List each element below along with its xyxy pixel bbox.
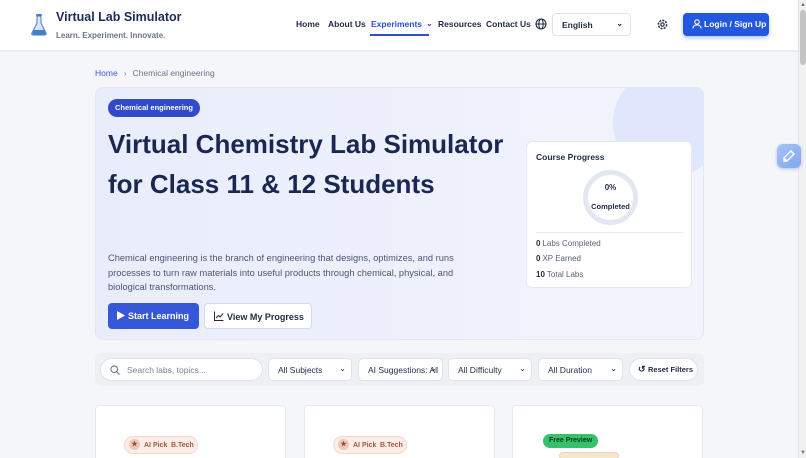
- level-label: B.Tech: [380, 442, 403, 449]
- ai-suggestions-filter-select[interactable]: AI Suggestions: All ⌄: [358, 358, 443, 381]
- view-my-progress-button[interactable]: View My Progress: [204, 303, 312, 329]
- language-value: English: [562, 20, 593, 30]
- course-progress-title: Course Progress: [536, 152, 605, 162]
- brand-tagline: Learn. Experiment. Innovate.: [56, 31, 166, 40]
- nav-resources[interactable]: Resources: [438, 19, 481, 29]
- progress-percent: 0%: [604, 183, 617, 192]
- duration-filter-value: All Duration: [548, 365, 592, 375]
- chevron-down-icon: ⌄: [430, 364, 437, 373]
- ai-pick-label: AI Pick: [353, 442, 377, 449]
- course-progress-card: Course Progress 0% Completed 0 Labs Compl…: [526, 141, 692, 288]
- stat-value: 10: [536, 270, 545, 279]
- nav-home[interactable]: Home: [296, 19, 320, 29]
- star-icon: ★: [129, 439, 140, 450]
- stat-value: 0: [536, 239, 541, 248]
- page-title: Virtual Chemistry Lab Simulator for Clas…: [108, 129, 504, 199]
- chevron-down-icon: ⌄: [610, 364, 617, 373]
- view-my-progress-label: View My Progress: [227, 312, 304, 322]
- difficulty-filter-value: All Difficulty: [458, 365, 502, 375]
- assistant-icon: [783, 150, 795, 162]
- progress-status: Completed: [591, 202, 630, 211]
- nav-contact-us[interactable]: Contact Us: [486, 19, 531, 29]
- stat-label: Total Labs: [546, 270, 584, 279]
- ai-pick-label: AI Pick: [144, 442, 168, 449]
- chevron-down-icon: ⌄: [426, 19, 433, 28]
- globe-icon: [535, 18, 547, 30]
- chevron-right-icon: ›: [123, 68, 127, 78]
- duration-filter-select[interactable]: All Duration ⌄: [538, 358, 623, 381]
- category-badge: Chemical engineering: [108, 99, 200, 117]
- breadcrumb: Home › Chemical engineering: [95, 68, 215, 78]
- search-icon: [110, 365, 120, 375]
- scrollbar-thumb[interactable]: [800, 10, 806, 65]
- floating-assistant-button[interactable]: [777, 144, 801, 168]
- active-nav-underline: [370, 34, 429, 36]
- reset-icon: ↺: [638, 364, 646, 374]
- play-icon: [117, 311, 125, 320]
- chevron-down-icon: ⌄: [339, 364, 346, 373]
- hero-section: Chemical engineering Virtual Chemistry L…: [95, 87, 704, 340]
- chevron-down-icon: ⌄: [616, 19, 623, 28]
- nav-experiments-label: Experiments: [371, 19, 423, 29]
- stat-total-labs: 10 Total Labs: [536, 270, 583, 279]
- lab-card[interactable]: ★ AI Pick B.Tech: [304, 405, 495, 458]
- level-label: B.Tech: [171, 442, 194, 449]
- gear-icon[interactable]: [656, 18, 669, 31]
- ai-pick-tag: ★ AI Pick B.Tech: [124, 436, 198, 454]
- flask-logo-icon: [31, 14, 47, 36]
- hero-description: Chemical engineering is the branch of en…: [108, 253, 454, 292]
- language-select[interactable]: English ⌄: [552, 13, 631, 36]
- nav-about-us[interactable]: About Us: [328, 19, 366, 29]
- stat-value: 0: [536, 254, 541, 263]
- ai-pick-tag: ★ AI Pick B.Tech: [333, 436, 407, 454]
- chevron-down-icon: ⌄: [519, 364, 526, 373]
- star-icon: ★: [338, 439, 349, 450]
- start-learning-button[interactable]: Start Learning: [108, 303, 199, 329]
- scroll-up-icon[interactable]: ▲: [800, 2, 806, 8]
- start-learning-label: Start Learning: [128, 311, 190, 321]
- lab-card[interactable]: Free Preview: [512, 405, 703, 458]
- stat-xp-earned: 0 XP Earned: [536, 254, 581, 263]
- chart-line-icon: [214, 311, 224, 321]
- breadcrumb-home-link[interactable]: Home: [95, 68, 118, 78]
- page-scrollbar[interactable]: ▲ ▼: [798, 0, 806, 458]
- search-input[interactable]: [127, 363, 257, 377]
- reset-filters-button[interactable]: ↺ Reset Filters: [629, 358, 698, 381]
- progress-ring: [583, 170, 638, 225]
- filter-bar: All Subjects ⌄ AI Suggestions: All ⌄ All…: [95, 353, 704, 386]
- brand-title: Virtual Lab Simulator: [56, 10, 182, 24]
- user-icon: [692, 19, 702, 29]
- login-signup-label: Login / Sign Up: [704, 19, 767, 29]
- divider: [536, 232, 684, 233]
- stat-label: Labs Completed: [542, 239, 601, 248]
- stat-label: XP Earned: [542, 254, 581, 263]
- stat-labs-completed: 0 Labs Completed: [536, 239, 601, 248]
- subject-filter-value: All Subjects: [278, 365, 323, 375]
- subject-filter-select[interactable]: All Subjects ⌄: [268, 358, 352, 381]
- top-header: Virtual Lab Simulator Learn. Experiment.…: [0, 0, 798, 50]
- login-signup-button[interactable]: Login / Sign Up: [683, 13, 769, 36]
- difficulty-filter-select[interactable]: All Difficulty ⌄: [448, 358, 532, 381]
- breadcrumb-current: Chemical engineering: [132, 68, 215, 78]
- card-tag-partial: [559, 452, 619, 458]
- nav-experiments[interactable]: Experiments ⌄: [371, 19, 433, 29]
- scroll-down-icon[interactable]: ▼: [800, 450, 806, 456]
- lab-card[interactable]: ★ AI Pick B.Tech: [95, 405, 286, 458]
- reset-filters-label: Reset Filters: [648, 365, 694, 374]
- search-box[interactable]: [100, 358, 263, 381]
- ai-suggestions-filter-value: AI Suggestions: All: [368, 365, 438, 375]
- free-preview-tag: Free Preview: [543, 434, 599, 448]
